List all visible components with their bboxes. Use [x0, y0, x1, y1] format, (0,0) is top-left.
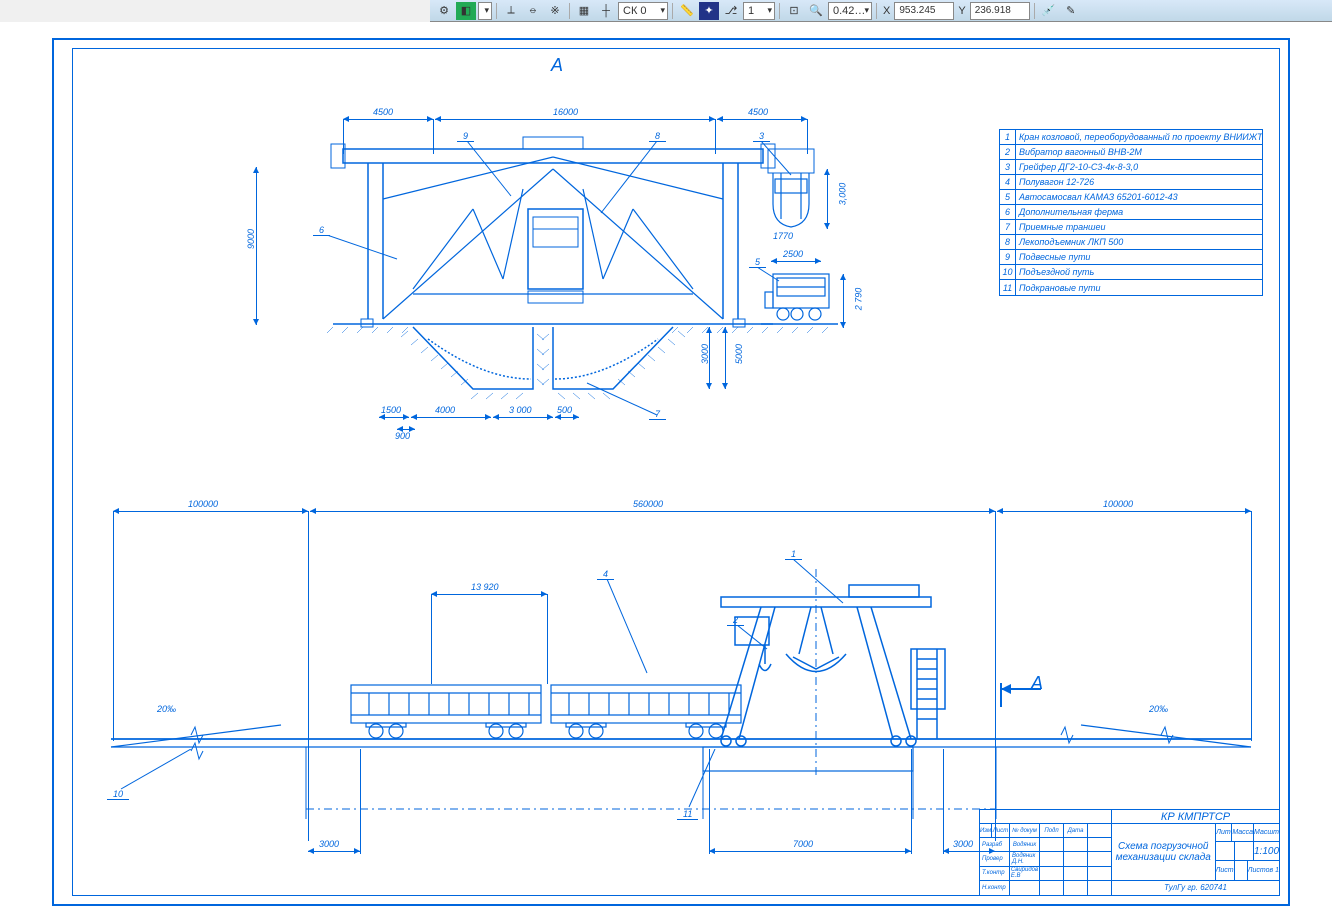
doc-code: КР КМПРТСР [1112, 810, 1279, 824]
cad-toolbar: ⚙ ◧ ⟂ ⦵ ※ ▦ ┼ СК 0 📏 ✦ ⎇ 1 ⊡ 🔍 0.42… X 9… [430, 0, 1332, 22]
dim-5000: 5000 [734, 344, 744, 364]
ruler-icon[interactable]: 📏 [677, 2, 697, 20]
dim-1770: 1770 [773, 231, 793, 241]
point-icon[interactable]: ※ [545, 2, 565, 20]
scale-dropdown[interactable]: 1 [743, 2, 775, 20]
grid-icon[interactable]: ▦ [574, 2, 594, 20]
dim-9000: 9000 [246, 229, 256, 249]
dim-13920: 13 920 [471, 582, 499, 592]
dim-b3000: 3 000 [509, 405, 532, 415]
dim-4500-r: 4500 [748, 107, 768, 117]
zoom-fit-icon[interactable]: ⊡ [784, 2, 804, 20]
org: ТулГу гр. 620741 [1112, 881, 1279, 895]
slope-r: 20‰ [1149, 704, 1168, 714]
gear-icon[interactable]: ⚙ [434, 2, 454, 20]
dim-100000-l: 100000 [188, 499, 218, 509]
coord-y-label: Y [956, 5, 967, 17]
dim-2500: 2500 [783, 249, 803, 259]
coord-y-field[interactable]: 236.918 [970, 2, 1030, 20]
dim-2790: 2 790 [853, 288, 863, 311]
drawing-frame-outer: А [52, 38, 1290, 906]
axis-icon[interactable]: ┼ [596, 2, 616, 20]
dim-500: 500 [557, 405, 572, 415]
dim-3000b: 3000 [700, 344, 710, 364]
eraser-mode-dropdown[interactable] [478, 2, 492, 20]
coord-x-label: X [881, 5, 892, 17]
drawing-canvas[interactable]: А [0, 22, 1332, 921]
dim-3000: 3,000 [837, 183, 847, 206]
branch-icon[interactable]: ⎇ [721, 2, 741, 20]
eraser-icon[interactable]: ◧ [456, 2, 476, 20]
legend-table: 1Кран козловой, переоборудованный по про… [999, 129, 1263, 296]
dim-plan-3000-l: 3000 [319, 839, 339, 849]
title-block: КР КМПРТСР Изм Лист № докум Подп Дата Ра… [979, 809, 1279, 895]
layer-dropdown[interactable]: СК 0 [618, 2, 668, 20]
dim-plan-3000-r: 3000 [953, 839, 973, 849]
dim-4500-l: 4500 [373, 107, 393, 117]
section-label-a-top: А [551, 55, 563, 76]
snap-icon[interactable]: ✦ [699, 2, 719, 20]
coord-x-field[interactable]: 953.245 [894, 2, 954, 20]
dropper-icon[interactable]: ✎ [1061, 2, 1081, 20]
dim-plan-7000: 7000 [793, 839, 813, 849]
slope-l: 20‰ [157, 704, 176, 714]
zoom-icon[interactable]: 🔍 [806, 2, 826, 20]
drawing-frame-inner: А [72, 48, 1280, 896]
dim-4000: 4000 [435, 405, 455, 415]
dim-560000: 560000 [633, 499, 663, 509]
section-label-a-arrow: А [1031, 673, 1043, 694]
dim-100000-r: 100000 [1103, 499, 1133, 509]
dim-16000: 16000 [553, 107, 578, 117]
eyedropper-icon[interactable]: 💉 [1039, 2, 1059, 20]
dim-1500: 1500 [381, 405, 401, 415]
perpendicular-icon[interactable]: ⟂ [501, 2, 521, 20]
zoom-dropdown[interactable]: 0.42… [828, 2, 872, 20]
tangent-icon[interactable]: ⦵ [523, 2, 543, 20]
dim-900: 900 [395, 431, 410, 441]
